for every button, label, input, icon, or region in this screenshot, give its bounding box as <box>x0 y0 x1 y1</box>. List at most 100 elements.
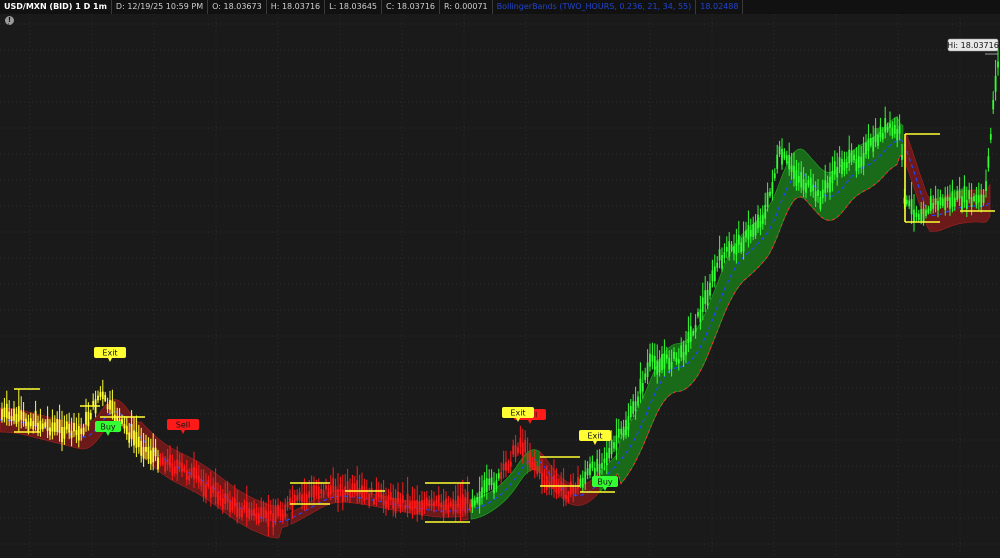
candle-body <box>692 330 695 336</box>
candle-body <box>478 491 481 506</box>
candle-body <box>929 196 932 211</box>
candle-body <box>185 470 188 480</box>
candle-body <box>797 175 800 183</box>
chart-header: USD/MXN (BID) 1 D 1m D: 12/19/25 10:59 P… <box>0 0 1000 14</box>
candle-body <box>968 190 971 200</box>
candle-body <box>718 249 721 261</box>
candle-body <box>173 466 176 474</box>
candle-body <box>188 475 191 481</box>
candle-body <box>915 212 918 218</box>
candle-body <box>56 418 59 432</box>
candle-body <box>171 464 174 476</box>
candle-body <box>430 498 433 506</box>
candle-body <box>46 418 49 432</box>
candle-body <box>152 447 155 463</box>
candle-body <box>346 481 349 495</box>
candle-body <box>910 199 913 215</box>
candle-body <box>725 246 728 252</box>
candle-body <box>399 500 402 509</box>
signal-tag-label: Buy <box>597 478 613 487</box>
candle-body <box>569 481 572 495</box>
candle-body <box>101 391 104 400</box>
candle-body <box>627 416 630 431</box>
candle-body <box>826 182 829 189</box>
candle-body <box>742 236 745 252</box>
candle-body <box>301 494 303 503</box>
candle-body <box>586 468 589 476</box>
candle-body <box>807 180 810 186</box>
candle-body <box>80 428 83 435</box>
candle-body <box>893 125 896 135</box>
candle-body <box>68 423 71 433</box>
candle-body <box>745 230 747 238</box>
signal-tag-label: Exit <box>587 432 602 441</box>
candle-body <box>147 447 150 459</box>
candle-body <box>615 435 618 451</box>
candle-body <box>265 510 267 518</box>
band-segment <box>599 116 904 493</box>
candle-body <box>730 244 733 251</box>
candle-body <box>682 351 685 361</box>
candle-body <box>610 439 613 455</box>
candle-body <box>867 138 870 151</box>
candle-body <box>694 325 697 333</box>
candle-body <box>320 488 323 495</box>
price-chart[interactable]: ExitBuySellExitSellExitBuy Hi: 18.03716 <box>0 14 1000 558</box>
candle-body <box>773 173 776 179</box>
candle-body <box>557 486 560 494</box>
candle-body <box>493 482 495 494</box>
candle-body <box>665 354 668 359</box>
candle-body <box>22 412 25 422</box>
candle-body <box>567 495 570 502</box>
candle-body <box>58 419 61 434</box>
candle-body <box>905 199 908 205</box>
candle-body <box>817 189 819 197</box>
candle-body <box>965 200 968 209</box>
signal-tag-pointer <box>108 358 112 362</box>
candle-body <box>315 486 318 496</box>
candle-body <box>716 262 719 268</box>
candle-body <box>476 496 479 503</box>
candle-body <box>961 196 963 210</box>
candle-body <box>951 191 954 207</box>
candle-body <box>529 452 531 468</box>
candle-body <box>130 424 133 439</box>
candle-body <box>841 158 843 175</box>
candle-body <box>99 392 102 397</box>
high-readout: H: 18.03716 <box>267 0 326 14</box>
signal-tag-pointer <box>603 487 607 491</box>
candle-body <box>574 488 577 494</box>
candle-body <box>855 159 858 172</box>
candle-body <box>932 203 935 209</box>
study-label[interactable]: BollingerBands (TWO_HOURS, 0.236, 21, 34… <box>493 0 697 14</box>
candle-body <box>944 197 947 211</box>
candle-body <box>200 478 203 486</box>
candle-body <box>461 494 464 509</box>
candle-body <box>125 425 128 435</box>
candle-body <box>781 148 783 165</box>
candle-body <box>433 501 435 507</box>
candle-body <box>994 75 997 92</box>
candle-body <box>500 472 503 480</box>
candle-body <box>488 478 491 486</box>
signal-tag-label: Buy <box>100 423 116 432</box>
candle-body <box>788 154 791 170</box>
hi-label: Hi: 18.03716 <box>947 38 999 52</box>
candle-body <box>425 497 428 506</box>
candle-body <box>469 503 471 511</box>
candle-body <box>274 506 277 522</box>
candle-body <box>992 99 995 110</box>
symbol-label[interactable]: USD/MXN (BID) 1 D 1m <box>0 0 112 14</box>
candle-body <box>646 362 649 378</box>
candle-body <box>809 177 812 193</box>
candle-body <box>363 486 366 501</box>
candle-body <box>37 422 39 433</box>
candle-body <box>699 309 702 323</box>
candle-body <box>305 494 308 503</box>
candle-body <box>221 497 224 510</box>
candle-body <box>879 126 882 138</box>
candle-body <box>466 492 469 504</box>
candle-body <box>356 480 359 496</box>
candle-body <box>373 500 375 505</box>
candle-body <box>257 513 260 524</box>
